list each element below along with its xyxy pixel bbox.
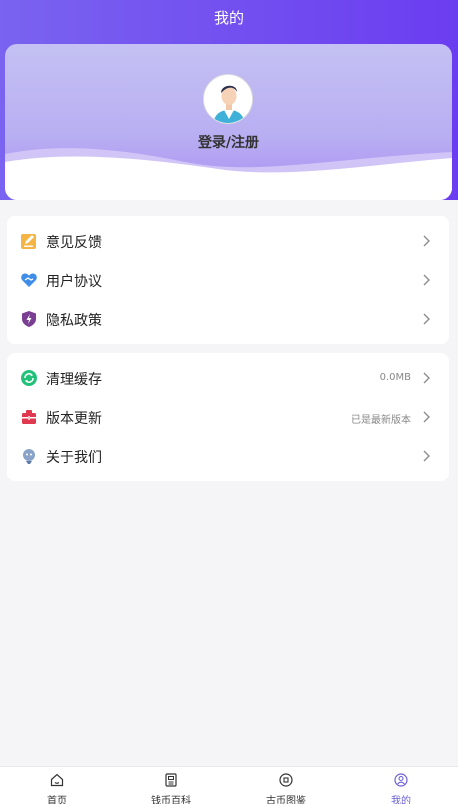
menu-item-label: 用户协议 xyxy=(46,274,102,290)
chevron-right-icon xyxy=(423,313,430,325)
menu-item-user-agreement[interactable]: 用户协议 xyxy=(7,261,449,300)
version-status-value: 已是最新版本 xyxy=(351,415,411,426)
chevron-right-icon xyxy=(423,411,430,423)
tab-coin-catalog[interactable]: 古币图鉴 xyxy=(229,767,343,804)
menu-item-feedback[interactable]: 意见反馈 xyxy=(7,222,449,261)
bottom-tab-bar: 首页 钱币百科 古币图鉴 我的 xyxy=(0,766,458,804)
feedback-icon xyxy=(21,234,36,249)
tab-label: 古币图鉴 xyxy=(266,796,306,804)
chevron-right-icon xyxy=(423,235,430,247)
privacy-icon xyxy=(22,311,36,327)
menu-item-version-update[interactable]: 版本更新 已是最新版本 xyxy=(7,398,449,437)
coin-catalog-icon xyxy=(279,773,293,787)
menu-item-label: 意见反馈 xyxy=(46,235,102,251)
menu-item-privacy-policy[interactable]: 隐私政策 xyxy=(7,300,449,339)
avatar-icon xyxy=(204,75,252,123)
avatar[interactable] xyxy=(203,74,253,124)
tab-profile[interactable]: 我的 xyxy=(344,767,458,804)
menu-item-clear-cache[interactable]: 清理缓存 0.0MB xyxy=(7,359,449,398)
menu-item-label: 关于我们 xyxy=(46,450,102,466)
menu-item-about-us[interactable]: 关于我们 xyxy=(7,437,449,476)
menu-group-info: 意见反馈 用户协议 隐私政策 xyxy=(7,216,449,344)
update-icon xyxy=(22,410,36,424)
chevron-right-icon xyxy=(423,372,430,384)
agreement-icon xyxy=(21,273,37,287)
chevron-right-icon xyxy=(423,274,430,286)
about-icon xyxy=(23,449,35,464)
menu-group-settings: 清理缓存 0.0MB 版本更新 已是最新版本 关于我们 xyxy=(7,353,449,481)
clear-cache-icon xyxy=(21,370,37,386)
tab-coin-encyclopedia[interactable]: 钱币百科 xyxy=(114,767,228,804)
tab-label: 首页 xyxy=(47,796,67,804)
home-icon xyxy=(50,773,64,787)
page-title: 我的 xyxy=(213,9,244,27)
chevron-right-icon xyxy=(423,450,430,462)
menu-item-label: 清理缓存 xyxy=(46,372,102,388)
profile-icon xyxy=(394,773,408,787)
profile-card: 登录/注册 xyxy=(5,44,452,200)
menu-item-label: 版本更新 xyxy=(46,411,102,427)
tab-home[interactable]: 首页 xyxy=(0,767,114,804)
tab-label: 我的 xyxy=(391,796,411,804)
login-register-link[interactable]: 登录/注册 xyxy=(5,132,452,152)
cache-size-value: 0.0MB xyxy=(379,372,411,383)
menu-item-label: 隐私政策 xyxy=(46,313,102,329)
tab-label: 钱币百科 xyxy=(151,796,191,804)
encyclopedia-icon xyxy=(165,773,177,787)
